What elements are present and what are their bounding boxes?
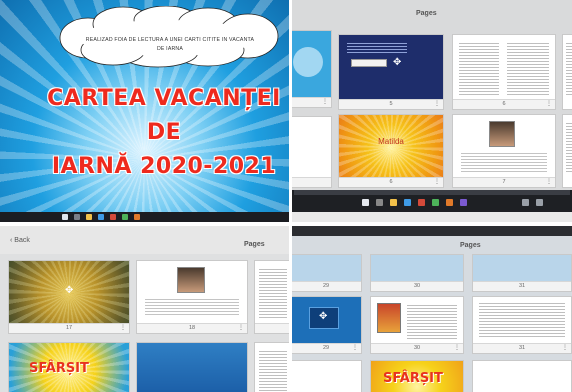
page-number: 31 <box>518 345 526 351</box>
browser-icon[interactable] <box>98 214 104 220</box>
more-options-icon[interactable]: ⋮ <box>434 100 440 109</box>
move-cursor-icon: ✥ <box>393 57 402 68</box>
page-thumbnail[interactable]: 29 <box>292 254 362 292</box>
pages-header: Pages <box>416 10 437 17</box>
cover-title-line-1: CARTEA VACANȚEI DE <box>47 86 281 145</box>
taskbar <box>292 190 572 212</box>
page-thumbnail[interactable]: 30 <box>370 254 464 292</box>
search-icon[interactable] <box>376 199 383 206</box>
app-icon[interactable] <box>110 214 116 220</box>
sfarsit-title: SFÂRȘIT <box>29 361 89 376</box>
browser-icon[interactable] <box>404 199 411 206</box>
start-icon[interactable] <box>62 214 68 220</box>
more-options-icon[interactable]: ⋮ <box>434 178 440 187</box>
more-options-icon[interactable]: ⋮ <box>454 344 460 353</box>
pages-panel-photo-bottom-right: Pages 29 30 31 ✥ 29 ⋮ 30 ⋮ 31 ⋮ SFÂRȘIT <box>292 226 572 392</box>
page-thumbnail[interactable]: 31 ⋮ <box>472 296 572 354</box>
app-icon[interactable] <box>418 199 425 206</box>
cover-title: CARTEA VACANȚEI DE IARNĂ 2020-2021 <box>44 82 284 184</box>
page-number: 7 <box>502 179 506 185</box>
page-thumbnail[interactable]: 18 ⋮ <box>136 260 248 334</box>
status-bar <box>294 190 570 195</box>
page-number: 30 <box>413 345 421 351</box>
pages-header: Pages <box>244 241 265 248</box>
app-icon[interactable] <box>446 199 453 206</box>
app-icon[interactable] <box>134 214 140 220</box>
cover-title-line-2: IARNĂ 2020-2021 <box>51 154 277 179</box>
more-options-icon[interactable]: ⋮ <box>322 98 328 107</box>
page-number: 6 <box>502 101 506 107</box>
cloud-instruction-text: REALIZAD FOIA DE LECTURA A UNEI CARTI CI… <box>85 37 255 52</box>
folder-icon[interactable] <box>390 199 397 206</box>
more-options-icon[interactable]: ⋮ <box>546 178 552 187</box>
tooltip <box>351 59 387 67</box>
page-thumbnail[interactable] <box>472 360 572 392</box>
back-label: Back <box>14 237 30 244</box>
thumbnail-title: Matilda <box>378 137 404 146</box>
page-thumbnail-selected[interactable]: ✥ 5 ⋮ <box>338 34 444 110</box>
app-icon[interactable] <box>432 199 439 206</box>
page-number: 17 <box>65 325 73 331</box>
pages-panel-photo-bottom-left: ‹ Back Pages ✥ 17 ⋮ 18 ⋮ SFÂRȘIT <box>0 226 289 392</box>
book-cover-image <box>377 303 401 333</box>
page-thumbnail-sfarsit[interactable]: SFÂRȘIT <box>370 360 464 392</box>
page-thumbnail[interactable] <box>136 342 248 392</box>
page-thumbnail[interactable]: ⋮ <box>292 30 332 108</box>
taskbar <box>0 212 289 222</box>
more-options-icon[interactable]: ⋮ <box>546 100 552 109</box>
page-number: 31 <box>518 283 526 289</box>
start-icon[interactable] <box>362 199 369 206</box>
back-button[interactable]: ‹ Back <box>10 237 30 244</box>
page-thumbnail[interactable] <box>254 342 289 392</box>
folder-icon[interactable] <box>86 214 92 220</box>
move-cursor-icon: ✥ <box>65 285 74 296</box>
page-number: 30 <box>413 283 421 289</box>
header-bar: ‹ Back Pages <box>0 226 289 254</box>
page-number: 29 <box>322 283 330 289</box>
page-thumbnail[interactable] <box>562 34 572 110</box>
cover-slide-photo: REALIZAD FOIA DE LECTURA A UNEI CARTI CI… <box>0 0 289 222</box>
sfarsit-title: SFÂRȘIT <box>383 371 443 386</box>
page-thumbnail[interactable]: 6 ⋮ <box>452 34 556 110</box>
more-options-icon[interactable]: ⋮ <box>238 324 244 333</box>
more-options-icon[interactable]: ⋮ <box>120 324 126 333</box>
portrait-image <box>177 267 205 293</box>
portrait-image <box>489 121 515 147</box>
page-thumbnail-sfarsit[interactable]: SFÂRȘIT <box>8 342 130 392</box>
page-thumbnail[interactable] <box>292 116 332 188</box>
page-thumbnail-matilda[interactable]: Matilda 6 ⋮ <box>338 114 444 188</box>
page-thumbnail-selected[interactable]: ✥ 29 ⋮ <box>292 296 362 354</box>
page-number: 6 <box>389 179 393 185</box>
move-cursor-icon: ✥ <box>319 311 328 322</box>
page-thumbnail[interactable]: 30 ⋮ <box>370 296 464 354</box>
page-number: 18 <box>188 325 196 331</box>
page-number: 29 <box>322 345 330 351</box>
tray-icon[interactable] <box>522 199 529 206</box>
page-thumbnail[interactable] <box>562 114 572 188</box>
thumbnail-footer: ⋮ <box>292 97 331 107</box>
search-icon[interactable] <box>74 214 80 220</box>
page-number: 5 <box>389 101 393 107</box>
page-thumbnail[interactable]: 7 ⋮ <box>452 114 556 188</box>
page-thumbnail[interactable]: 31 <box>472 254 572 292</box>
page-thumbnail[interactable] <box>292 360 362 392</box>
cover-slide: REALIZAD FOIA DE LECTURA A UNEI CARTI CI… <box>0 0 289 212</box>
page-thumbnail-selected[interactable]: ✥ 17 ⋮ <box>8 260 130 334</box>
pages-header: Pages <box>460 242 481 249</box>
tray-icon[interactable] <box>536 199 543 206</box>
more-options-icon[interactable]: ⋮ <box>562 344 568 353</box>
page-thumbnail[interactable] <box>254 260 289 334</box>
app-icon[interactable] <box>460 199 467 206</box>
more-options-icon[interactable]: ⋮ <box>352 344 358 353</box>
app-icon[interactable] <box>122 214 128 220</box>
pages-panel-photo-top: Pages ⋮ ✥ 5 ⋮ 6 ⋮ Matilda 6 ⋮ 7 ⋮ <box>292 0 572 222</box>
